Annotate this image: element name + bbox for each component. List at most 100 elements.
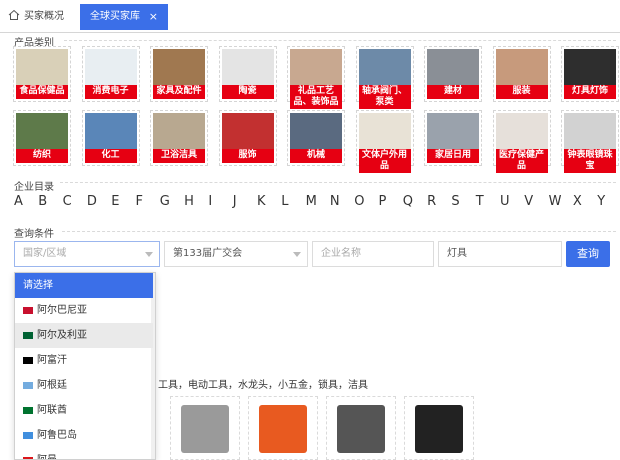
- category-card[interactable]: 服饰: [218, 110, 277, 166]
- category-card[interactable]: 纺织: [13, 110, 71, 166]
- close-icon[interactable]: ×: [149, 4, 158, 30]
- letter-link[interactable]: X: [573, 194, 582, 209]
- section-query-conditions: 查询条件: [14, 229, 54, 240]
- product-image: [415, 405, 463, 453]
- letter-link[interactable]: L: [281, 194, 288, 209]
- fair-select[interactable]: 第133届广交会: [164, 241, 308, 267]
- category-card[interactable]: 食品保健品: [13, 46, 71, 102]
- category-image: [290, 113, 342, 151]
- dropdown-option[interactable]: 阿根廷: [15, 373, 153, 398]
- category-card[interactable]: 文体户外用品: [355, 110, 414, 173]
- tab-buyer-overview[interactable]: 买家概况: [8, 4, 64, 30]
- letter-link[interactable]: M: [306, 194, 317, 209]
- chevron-down-icon: [145, 252, 153, 257]
- flag-icon: [23, 432, 33, 439]
- category-image: [495, 49, 548, 87]
- dropdown-option[interactable]: 阿联酋: [15, 398, 153, 423]
- category-card[interactable]: 服装: [492, 46, 551, 102]
- option-label: 阿根廷: [37, 380, 67, 391]
- tab-label: 全球买家库: [90, 11, 140, 22]
- keyword-value: 灯具: [447, 248, 467, 259]
- category-card[interactable]: 消费电子: [81, 46, 140, 102]
- category-label: 家具及配件: [153, 85, 205, 99]
- category-card[interactable]: 机械: [287, 110, 345, 166]
- letter-link[interactable]: I: [208, 194, 212, 209]
- category-label: 服装: [495, 85, 548, 99]
- category-label: 机械: [290, 149, 342, 163]
- dropdown-option[interactable]: 请选择: [15, 273, 153, 298]
- dropdown-option[interactable]: 阿尔巴尼亚: [15, 298, 153, 323]
- product-card[interactable]: [248, 396, 318, 460]
- letter-link[interactable]: S: [451, 194, 459, 209]
- letter-link[interactable]: J: [233, 194, 237, 209]
- category-image: [153, 49, 205, 87]
- region-placeholder: 国家/区域: [23, 248, 67, 259]
- category-label: 卫浴洁具: [153, 149, 205, 163]
- search-button[interactable]: 查询: [566, 241, 610, 267]
- region-select[interactable]: 国家/区域: [14, 241, 160, 267]
- category-label: 陶瓷: [221, 85, 274, 99]
- category-label: 消费电子: [84, 85, 137, 99]
- category-image: [290, 49, 342, 87]
- dropdown-option[interactable]: 阿鲁巴岛: [15, 423, 153, 448]
- category-image: [358, 113, 411, 151]
- letter-link[interactable]: K: [257, 194, 266, 209]
- divider: [62, 231, 616, 232]
- category-card[interactable]: 陶瓷: [218, 46, 277, 102]
- category-label: 灯具灯饰: [564, 85, 616, 99]
- product-card[interactable]: [404, 396, 474, 460]
- option-label: 阿尔巴尼亚: [37, 305, 87, 316]
- company-name-input[interactable]: 企业名称: [312, 241, 434, 267]
- category-image: [84, 113, 137, 151]
- letter-link[interactable]: G: [160, 194, 170, 209]
- divider: [64, 40, 616, 41]
- category-card[interactable]: 钟表眼镜珠宝: [561, 110, 619, 173]
- category-label: 医疗保健产品: [495, 149, 548, 173]
- flag-icon: [23, 357, 33, 364]
- letter-link[interactable]: F: [136, 194, 143, 209]
- product-card[interactable]: [170, 396, 240, 460]
- category-image: [16, 113, 68, 151]
- letter-link[interactable]: U: [500, 194, 510, 209]
- letter-link[interactable]: B: [38, 194, 47, 209]
- letter-link[interactable]: Y: [597, 194, 605, 209]
- letter-link[interactable]: Q: [403, 194, 413, 209]
- category-card[interactable]: 建材: [424, 46, 482, 102]
- letter-link[interactable]: R: [427, 194, 436, 209]
- letter-link[interactable]: W: [549, 194, 562, 209]
- chevron-down-icon: [293, 252, 301, 257]
- letter-link[interactable]: E: [111, 194, 119, 209]
- flag-icon: [23, 407, 33, 414]
- category-card[interactable]: 家具及配件: [150, 46, 208, 102]
- category-card[interactable]: 卫浴洁具: [150, 110, 208, 166]
- letter-link[interactable]: T: [476, 194, 484, 209]
- option-label: 阿曼: [37, 455, 57, 459]
- product-image: [337, 405, 385, 453]
- tab-label: 买家概况: [24, 11, 64, 22]
- letter-link[interactable]: C: [63, 194, 72, 209]
- dropdown-option[interactable]: 阿曼: [15, 448, 153, 459]
- dropdown-option[interactable]: 阿富汗: [15, 348, 153, 373]
- category-label: 文体户外用品: [358, 149, 411, 173]
- flag-icon: [23, 332, 33, 339]
- category-card[interactable]: 轴承阀门、泵类: [355, 46, 414, 109]
- letter-link[interactable]: O: [354, 194, 364, 209]
- category-card[interactable]: 医疗保健产品: [492, 110, 551, 173]
- category-card[interactable]: 家居日用: [424, 110, 482, 166]
- letter-link[interactable]: P: [379, 194, 387, 209]
- category-card[interactable]: 灯具灯饰: [561, 46, 619, 102]
- tab-global-buyers[interactable]: 全球买家库 ×: [80, 4, 168, 30]
- letter-link[interactable]: N: [330, 194, 340, 209]
- keyword-input[interactable]: 灯具: [438, 241, 562, 267]
- letter-link[interactable]: V: [524, 194, 533, 209]
- product-image: [259, 405, 307, 453]
- product-card[interactable]: [326, 396, 396, 460]
- letter-link[interactable]: D: [87, 194, 97, 209]
- category-image: [221, 49, 274, 87]
- letter-link[interactable]: H: [184, 194, 194, 209]
- dropdown-option[interactable]: 阿尔及利亚: [15, 323, 153, 348]
- category-card[interactable]: 礼品工艺品、装饰品: [287, 46, 345, 109]
- category-image: [153, 113, 205, 151]
- category-card[interactable]: 化工: [81, 110, 140, 166]
- letter-link[interactable]: A: [14, 194, 23, 209]
